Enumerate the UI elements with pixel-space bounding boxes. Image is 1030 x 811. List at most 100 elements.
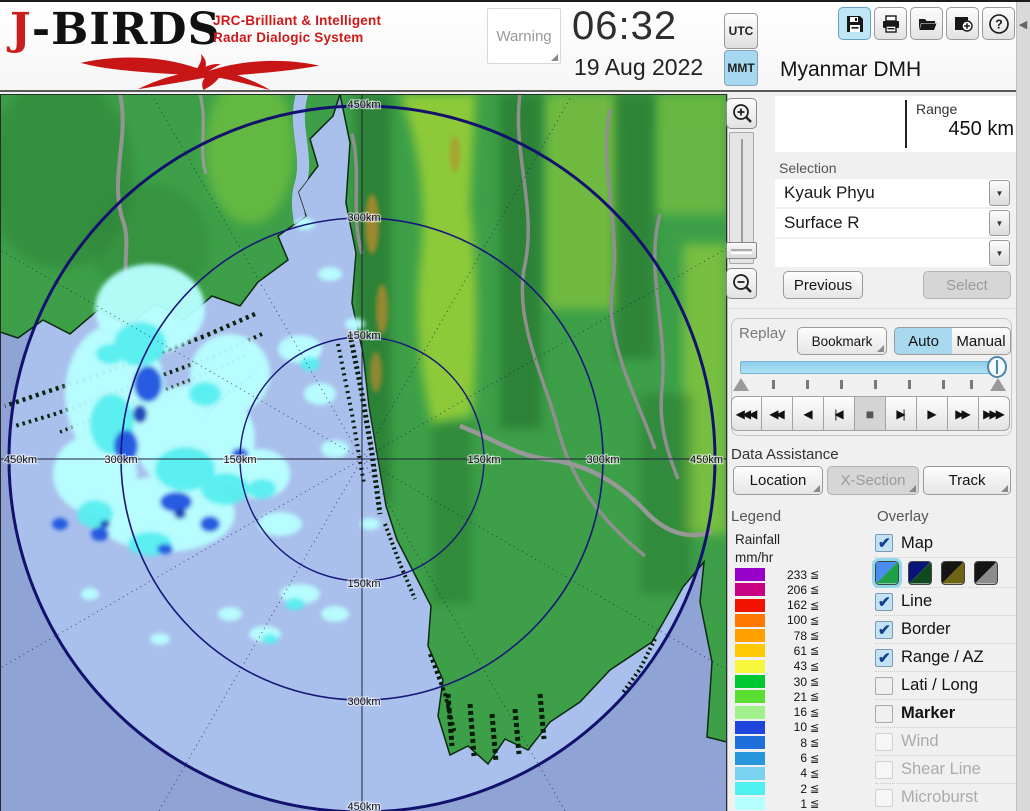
bookmark-button[interactable]: Bookmark: [797, 327, 887, 355]
map-style-1[interactable]: [872, 557, 902, 588]
replay-slider-track[interactable]: [740, 361, 1006, 374]
station-title: Myanmar DMH: [780, 58, 922, 81]
legend-unit: mm/hr: [735, 550, 774, 565]
legend-row: 6 ≦: [735, 751, 835, 765]
range-az-checkbox[interactable]: [875, 648, 893, 667]
map-checkbox[interactable]: [875, 534, 893, 552]
overlay-row-border[interactable]: Border: [875, 615, 1015, 643]
line-checkbox[interactable]: [875, 592, 893, 611]
replay-range-start-marker[interactable]: [733, 378, 749, 391]
overlay-row-microburst: Microburst: [875, 783, 1015, 811]
fast-forward-button[interactable]: ▶▶: [948, 396, 979, 431]
fastest-forward-button[interactable]: ▶▶▶: [979, 396, 1010, 431]
replay-label: Replay: [739, 325, 786, 342]
mmt-button[interactable]: MMT: [724, 50, 758, 86]
splitter-arrow-icon[interactable]: ◀: [1017, 18, 1029, 32]
legend-row: 16 ≦: [735, 705, 835, 719]
open-file-button[interactable]: [910, 7, 943, 40]
map-style-4[interactable]: [974, 560, 998, 585]
svg-text:150km: 150km: [467, 454, 500, 466]
radar-map[interactable]: 450km 300km 150km 150km 300km 450km 450k…: [0, 25, 796, 811]
legend-title: Rainfall: [735, 532, 781, 547]
svg-text:450km: 450km: [347, 99, 380, 111]
help-button[interactable]: ?: [982, 7, 1015, 40]
border-checkbox[interactable]: [875, 620, 893, 639]
legend-row: 100 ≦: [735, 613, 835, 627]
svg-text:300km: 300km: [347, 212, 380, 224]
lati-long-checkbox[interactable]: [875, 676, 893, 695]
overlay-row-lati-long[interactable]: Lati / Long: [875, 671, 1015, 699]
warning-button[interactable]: Warning: [487, 8, 561, 64]
legend-swatch: [735, 675, 765, 689]
stop-button[interactable]: ■: [855, 396, 886, 431]
extra-dropdown-arrow-icon[interactable]: [989, 240, 1010, 266]
add-image-button[interactable]: [946, 7, 979, 40]
legend-swatch: [735, 705, 765, 719]
print-icon: [882, 14, 899, 33]
play-backward-button[interactable]: ◀: [793, 396, 824, 431]
utc-button[interactable]: UTC: [724, 13, 758, 49]
legend-swatch: [735, 629, 765, 643]
product-dropdown-arrow-icon[interactable]: [989, 210, 1010, 236]
svg-text:450km: 450km: [690, 454, 723, 466]
extra-dropdown[interactable]: [775, 239, 1010, 267]
replay-slider-handle[interactable]: [987, 356, 1007, 378]
overlay-row-wind: Wind: [875, 727, 1015, 755]
print-button[interactable]: [874, 7, 907, 40]
step-back-button[interactable]: |◀: [824, 396, 855, 431]
zoom-out-button[interactable]: [726, 268, 757, 299]
range-value: 450 km: [948, 118, 1014, 140]
help-icon: ?: [988, 13, 1009, 34]
previous-button[interactable]: Previous: [783, 271, 863, 299]
overlay-row-range-az[interactable]: Range / AZ: [875, 643, 1015, 671]
overlay-row-marker[interactable]: Marker: [875, 699, 1015, 727]
clock-time: 06:32: [572, 4, 678, 48]
svg-text:300km: 300km: [586, 454, 619, 466]
site-dropdown[interactable]: Kyauk Phyu: [775, 179, 1010, 207]
shear-line-checkbox: [875, 760, 893, 779]
legend-row: 2 ≦: [735, 782, 835, 796]
microburst-checkbox: [875, 788, 893, 807]
step-forward-button[interactable]: ▶|: [886, 396, 917, 431]
zoom-slider-handle[interactable]: [726, 242, 757, 259]
zoom-in-icon: [732, 103, 752, 123]
legend-row: 10 ≦: [735, 720, 835, 734]
slider-tick: [874, 380, 877, 389]
manual-mode-button[interactable]: Manual: [952, 327, 1011, 355]
legend-row: 4 ≦: [735, 766, 835, 780]
auto-mode-button[interactable]: Auto: [894, 327, 953, 355]
panel-splitter[interactable]: [1016, 2, 1030, 811]
jbirds-window: J-BIRDS JRC-Brilliant & Intelligent Rada…: [0, 0, 1030, 811]
site-dropdown-arrow-icon[interactable]: [989, 180, 1010, 206]
map-style-2[interactable]: [908, 560, 932, 585]
svg-text:450km: 450km: [347, 801, 380, 811]
legend-row: 43 ≦: [735, 659, 835, 673]
rainfall-legend: 233 ≦ 206 ≦ 162 ≦ 100 ≦ 78 ≦ 61 ≦ 43 ≦ 30 ≦ 21 ≦ …: [735, 568, 835, 811]
slider-tick: [908, 380, 911, 389]
play-button[interactable]: ▶: [917, 396, 948, 431]
add-image-icon: [954, 16, 973, 32]
rewind-button[interactable]: ◀◀: [762, 396, 793, 431]
map-style-3[interactable]: [941, 560, 965, 585]
select-button[interactable]: Select: [923, 271, 1011, 299]
replay-range-end-marker[interactable]: [990, 378, 1006, 391]
fast-rewind-button[interactable]: ◀◀◀: [731, 396, 762, 431]
slider-tick: [970, 380, 973, 389]
legend-label: Legend: [731, 508, 782, 525]
svg-text:450km: 450km: [4, 454, 37, 466]
marker-checkbox[interactable]: [875, 704, 893, 723]
overlay-row-map[interactable]: Map: [875, 529, 1015, 557]
product-dropdown[interactable]: Surface R: [775, 209, 1010, 237]
legend-swatch: [735, 782, 765, 796]
save-icon: [846, 15, 863, 32]
overlay-row-line[interactable]: Line: [875, 587, 1015, 615]
zoom-in-button[interactable]: [726, 98, 757, 129]
legend-swatch: [735, 613, 765, 627]
track-button[interactable]: Track: [923, 466, 1011, 495]
slider-tick: [840, 380, 843, 389]
location-button[interactable]: Location: [733, 466, 823, 495]
save-button[interactable]: [838, 7, 871, 40]
svg-text:?: ?: [995, 17, 1003, 31]
x-section-button[interactable]: X-Section: [827, 466, 919, 495]
legend-row: 61 ≦: [735, 644, 835, 658]
